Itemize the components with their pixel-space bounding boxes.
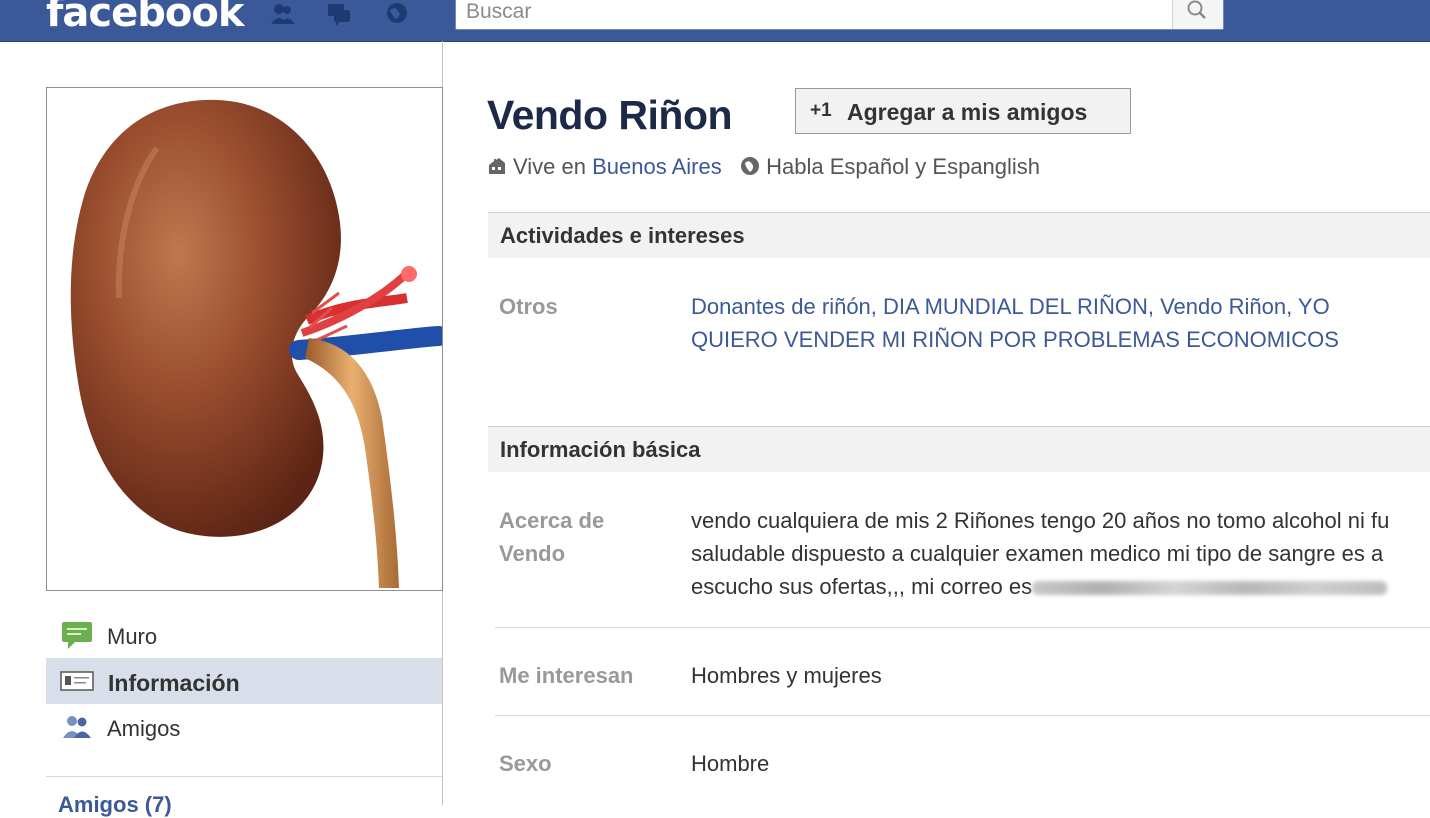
lives-city-link[interactable]: Buenos Aires	[592, 154, 722, 179]
add-friend-plus-icon: +1	[810, 100, 832, 121]
messages-icon[interactable]	[326, 2, 352, 26]
interested-in-value: Hombres y mujeres	[691, 663, 882, 688]
profile-picture[interactable]	[46, 87, 443, 591]
sex-label: Sexo	[499, 751, 552, 776]
nav-item-wall[interactable]: Muro	[46, 612, 442, 658]
redacted-email	[1032, 581, 1388, 595]
search-box	[455, 0, 1224, 30]
other-label: Otros	[499, 294, 558, 319]
info-card-icon	[60, 671, 94, 691]
left-divider	[46, 776, 442, 777]
search-button[interactable]	[1172, 0, 1223, 29]
sex-value: Hombre	[691, 751, 770, 776]
search-icon	[1187, 0, 1206, 19]
basic-info-section-header: Información básica	[488, 426, 1430, 472]
about-text-line-3-text: escucho sus ofertas,,, mi correo es	[691, 574, 1033, 599]
friend-requests-icon[interactable]	[270, 2, 296, 26]
profile-nav: Muro Información Amigos	[46, 612, 442, 750]
search-input[interactable]	[466, 1, 1156, 23]
nav-item-friends[interactable]: Amigos	[46, 704, 442, 750]
basic-info-heading: Información básica	[500, 437, 701, 462]
row-divider	[495, 627, 1430, 628]
add-friend-button[interactable]: +1 Agregar a mis amigos	[795, 88, 1131, 134]
about-text-line-3: escucho sus ofertas,,, mi correo es	[691, 570, 1388, 603]
top-bar: facebook	[0, 0, 1430, 42]
kidney-illustration	[70, 99, 442, 588]
nav-item-info[interactable]: Información	[46, 658, 442, 704]
notifications-globe-icon[interactable]	[384, 2, 410, 26]
lives-prefix: Vive en	[513, 154, 586, 179]
about-label-line-1: Acerca de	[499, 508, 605, 533]
add-friend-label: Agregar a mis amigos	[847, 99, 1088, 125]
row-divider	[495, 715, 1430, 716]
nav-label-info: Información	[108, 670, 240, 696]
other-interests-line-2[interactable]: QUIERO VENDER MI RIÑON POR PROBLEMAS ECO…	[691, 323, 1339, 356]
globe-icon	[741, 157, 760, 175]
interested-in-label: Me interesan	[499, 663, 634, 688]
facebook-logo[interactable]: facebook	[46, 0, 244, 36]
wall-icon	[62, 622, 92, 649]
activities-section-header: Actividades e intereses	[488, 212, 1430, 258]
profile-name: Vendo Riñon	[487, 92, 733, 138]
home-icon	[489, 158, 505, 174]
profile-subline: Vive en Buenos Aires Habla Español y Esp…	[487, 154, 1040, 180]
activities-heading: Actividades e intereses	[500, 223, 745, 248]
friends-icon	[63, 716, 91, 738]
friends-count-heading[interactable]: Amigos (7)	[58, 792, 172, 818]
about-text-line-1: vendo cualquiera de mis 2 Riñones tengo …	[691, 508, 1390, 533]
other-interests-line-1[interactable]: Donantes de riñón, DIA MUNDIAL DEL RIÑON…	[691, 290, 1330, 323]
nav-label-wall: Muro	[107, 624, 158, 649]
about-label-line-2: Vendo	[499, 541, 566, 566]
about-text-line-2: saludable dispuesto a cualquier examen m…	[691, 541, 1384, 566]
speaks-text: Habla Español y Espanglish	[766, 154, 1041, 179]
nav-label-friends: Amigos	[107, 716, 181, 741]
